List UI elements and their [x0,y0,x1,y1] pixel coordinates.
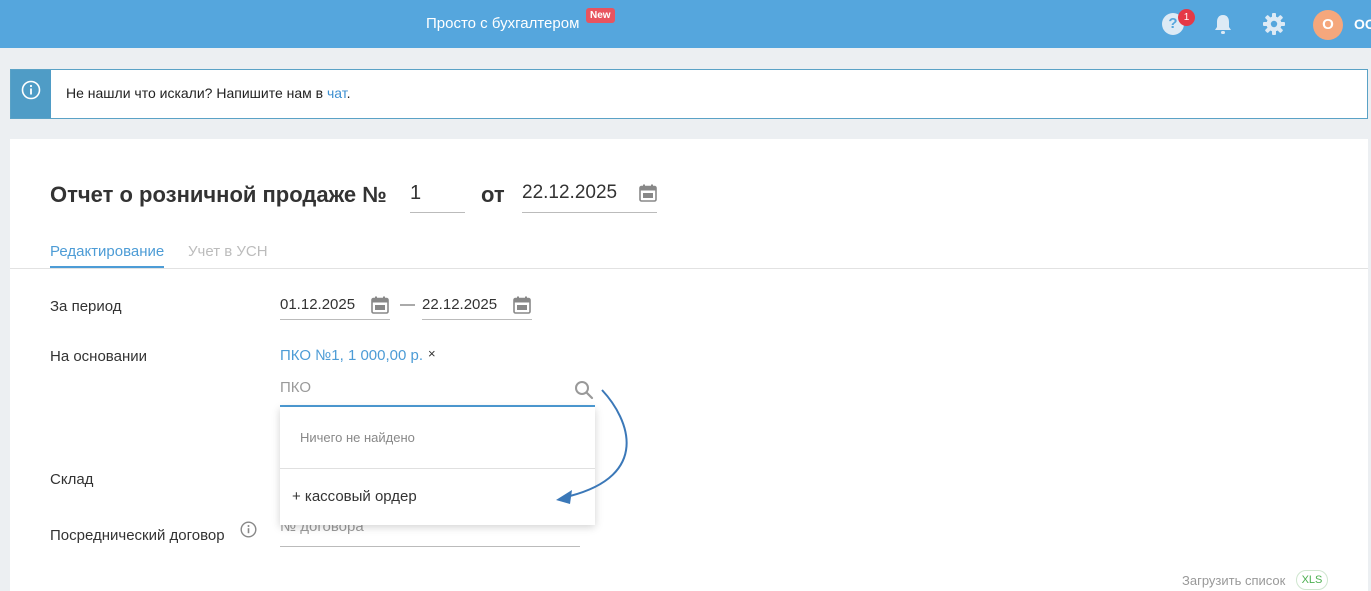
upload-list-link[interactable]: Загрузить список [1182,573,1285,588]
period-to-value: 22.12.2025 [422,296,498,313]
period-dash: — [400,296,415,313]
top-bar: Просто с бухгалтером New ? 1 О ОО [0,0,1371,48]
add-cash-order-option[interactable]: + кассовый ордер [292,488,417,505]
info-icon [21,80,41,100]
document-number-field[interactable]: 1 [410,179,465,213]
document-card: Отчет о розничной продаже № 1 от 22.12.2… [10,139,1368,591]
document-number-value: 1 [410,182,422,204]
calendar-icon[interactable] [371,296,389,314]
date-prefix: от [481,182,505,207]
bell-icon[interactable] [1212,12,1234,36]
remove-basis-button[interactable]: × [428,346,436,361]
period-label: За период [50,298,122,315]
annotation-arrow [556,389,628,504]
accountant-link[interactable]: Просто с бухгалтером [426,15,579,32]
tab-editing[interactable]: Редактирование [50,243,165,268]
banner-text: Не нашли что искали? Напишите нам в чат. [66,85,351,101]
basis-search-input[interactable] [280,379,560,396]
contract-label: Посреднический договор [50,527,225,544]
info-icon[interactable] [240,521,257,538]
banner-side [11,70,51,118]
period-to-field[interactable]: 22.12.2025 [422,290,532,320]
page-title: Отчет о розничной продаже № [50,182,387,207]
calendar-icon[interactable] [513,296,531,314]
info-banner: Не нашли что искали? Напишите нам в чат. [10,69,1368,119]
basis-document-link[interactable]: ПКО №1, 1 000,00 р. [280,347,423,364]
period-from-value: 01.12.2025 [280,296,356,313]
help-count-badge: 1 [1178,9,1195,26]
tab-usn[interactable]: Учет в УСН [188,243,268,260]
avatar-name[interactable]: ОО [1354,16,1371,32]
warehouse-label: Склад [50,471,94,488]
basis-label: На основании [50,348,147,365]
dropdown-empty-text: Ничего не найдено [300,430,415,445]
gear-icon[interactable] [1262,12,1286,36]
document-date-value: 22.12.2025 [522,182,618,203]
tab-bar: Редактирование Учет в УСН [10,239,1368,269]
new-badge: New [586,8,615,23]
calendar-icon[interactable] [639,184,657,202]
period-from-field[interactable]: 01.12.2025 [280,290,390,320]
chat-link[interactable]: чат [327,85,347,101]
xls-badge[interactable]: XLS [1296,570,1328,590]
avatar[interactable]: О [1313,10,1343,40]
document-date-field[interactable]: 22.12.2025 [522,179,657,213]
